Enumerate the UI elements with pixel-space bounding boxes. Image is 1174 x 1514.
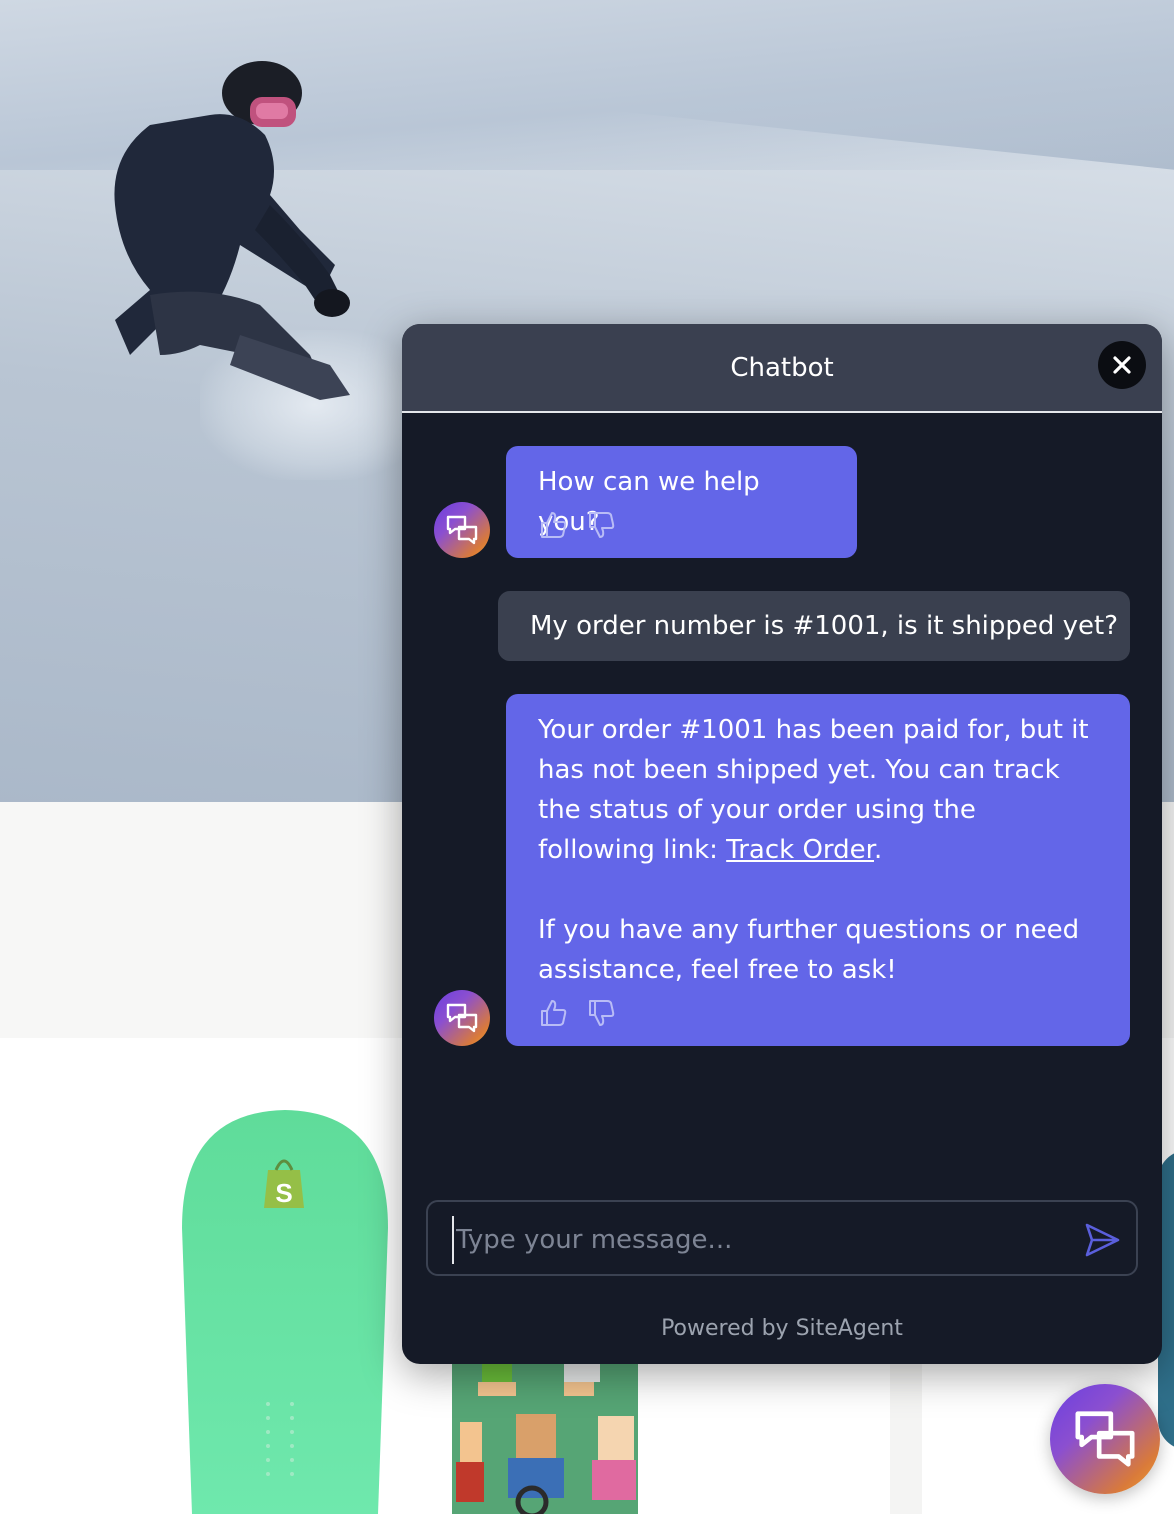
track-order-link[interactable]: Track Order (726, 835, 874, 865)
chat-widget: Chatbot How can we help you? My order nu… (402, 324, 1162, 1364)
bot-message: Your order #1001 has been paid for, but … (506, 694, 1130, 1046)
bot-message-text: Your order #1001 has been paid for, but … (538, 710, 1098, 870)
svg-text:S: S (275, 1178, 292, 1208)
close-icon (1113, 356, 1131, 374)
bot-avatar (434, 502, 490, 558)
send-button[interactable] (1082, 1220, 1122, 1260)
message-input[interactable] (452, 1216, 1058, 1264)
message-composer (426, 1200, 1138, 1276)
chat-title: Chatbot (730, 353, 834, 383)
product-snowboard-pixel[interactable] (452, 1360, 638, 1514)
message-feedback (538, 998, 616, 1028)
message-feedback (538, 510, 616, 540)
user-message: My order number is #1001, is it shipped … (498, 591, 1130, 661)
thumbs-up-icon[interactable] (538, 998, 568, 1028)
bot-message-followup: If you have any further questions or nee… (538, 915, 1080, 985)
product-snowboard-green[interactable]: S (180, 1108, 390, 1514)
message-text: . (873, 835, 883, 865)
chat-launcher-button[interactable] (1050, 1384, 1160, 1494)
send-icon (1085, 1223, 1120, 1257)
bot-message: How can we help you? (506, 446, 857, 558)
chat-bubbles-icon (1075, 1411, 1135, 1467)
bot-avatar (434, 990, 490, 1046)
thumbs-down-icon[interactable] (586, 510, 616, 540)
chat-bubbles-icon (446, 1003, 478, 1033)
thumbs-down-icon[interactable] (586, 998, 616, 1028)
close-button[interactable] (1098, 341, 1146, 389)
thumbs-up-icon[interactable] (538, 510, 568, 540)
chat-header: Chatbot (402, 324, 1162, 413)
snowboarder-illustration (114, 61, 350, 400)
powered-by: Powered by SiteAgent (661, 1316, 903, 1341)
chat-bubbles-icon (446, 515, 478, 545)
